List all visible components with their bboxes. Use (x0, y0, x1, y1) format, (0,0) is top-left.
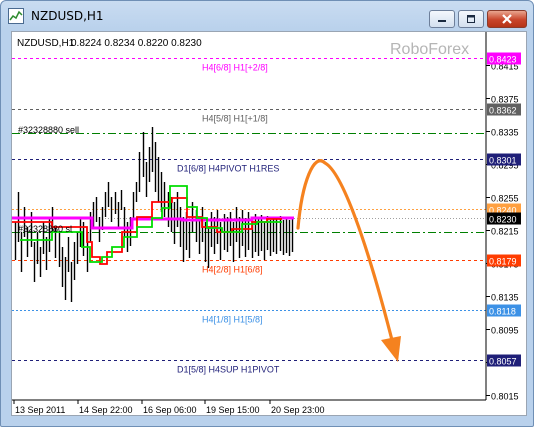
time-tick-label: 14 Sep 22:00 (79, 405, 133, 415)
level-label: H4[5/8] H1[+1/8] (202, 114, 268, 124)
price-badge-text: 0.8057 (489, 357, 517, 367)
price-chart[interactable]: NZDUSD,H1 0.8224 0.8234 0.8220 0.8230 Ro… (12, 32, 526, 415)
watermark-logo: RoboForex (390, 41, 469, 58)
level-label: H4[2/8] H1[6/8] (202, 265, 263, 275)
current-price-badge-text: 0.8230 (489, 215, 517, 225)
window-title: NZDUSD,H1 (31, 9, 104, 23)
price-badge-text: 0.8362 (489, 106, 517, 116)
level-label: D1[5/8] H4SUP H1PIVOT (177, 365, 280, 375)
minimize-button[interactable] (429, 10, 455, 28)
level-label: H4[6/8] H1[+2/8] (202, 63, 268, 73)
candle-series (14, 127, 294, 302)
close-button[interactable] (487, 10, 527, 28)
chart-area[interactable]: NZDUSD,H1 0.8224 0.8234 0.8220 0.8230 Ro… (11, 31, 527, 416)
price-badge-text: 0.8118 (489, 307, 516, 317)
order-sell-label: #32328880 sell (18, 125, 79, 135)
time-tick-label: 13 Sep 2011 (15, 405, 65, 415)
minimize-icon (438, 20, 446, 22)
forecast-arrowhead (381, 336, 401, 362)
restore-icon (467, 15, 475, 23)
maximize-button[interactable] (458, 10, 484, 28)
price-tick-label: 0.8135 (491, 293, 519, 303)
price-tick-label: 0.8095 (491, 326, 519, 336)
price-badge-text: 0.8423 (489, 55, 517, 65)
level-label: D1[6/8] H4PIVOT H1RES (177, 164, 279, 174)
price-tick-label: 0.8015 (491, 392, 519, 402)
chart-window-icon (8, 8, 24, 24)
time-tick-label: 19 Sep 15:00 (206, 405, 260, 415)
forecast-arrow (296, 159, 395, 346)
chart-ohlc: 0.8224 0.8234 0.8220 0.8230 (71, 38, 202, 49)
price-badge-text: 0.8301 (489, 156, 517, 166)
price-tick-label: 0.8375 (491, 95, 519, 105)
price-badge-text: 0.8179 (489, 257, 517, 267)
order-sl-label: #32328880 sl (18, 224, 72, 234)
close-icon (502, 14, 512, 24)
chart-window: NZDUSD,H1 NZDUSD,H1 0.8224 0.8234 0.8220… (0, 0, 534, 427)
time-axis[interactable]: 13 Sep 2011 14 Sep 22:00 16 Sep 06:00 19 Se… (13, 400, 325, 415)
time-tick-label: 16 Sep 06:00 (143, 405, 197, 415)
title-bar[interactable]: NZDUSD,H1 (1, 1, 533, 31)
time-tick-label: 20 Sep 23:00 (271, 405, 325, 415)
level-label: H4[1/8] H1[5/8] (202, 315, 263, 325)
price-tick-label: 0.8215 (491, 227, 519, 237)
price-tick-label: 0.8255 (491, 194, 519, 204)
price-tick-label: 0.8335 (491, 128, 519, 138)
chart-symbol: NZDUSD,H1 (17, 38, 75, 49)
